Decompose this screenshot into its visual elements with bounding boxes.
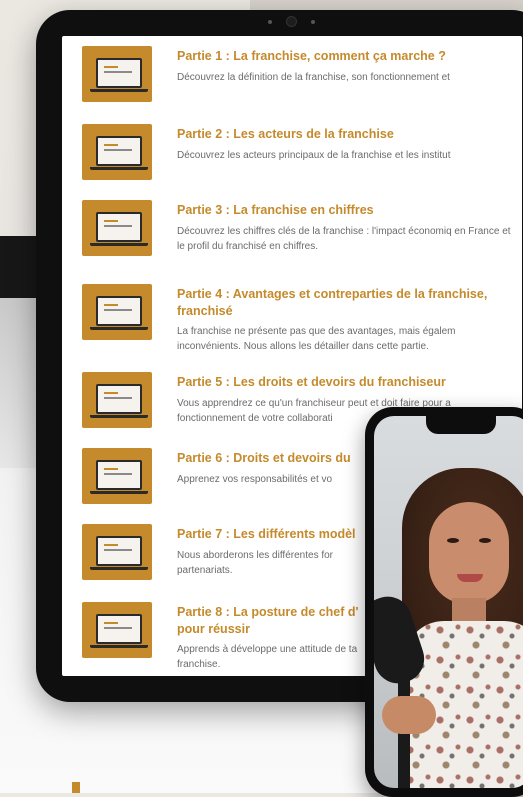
laptop-thumbnail-icon (82, 284, 152, 340)
module-title[interactable]: Partie 2 : Les acteurs de la franchise (177, 126, 522, 143)
presenter-video (374, 416, 523, 788)
tablet-camera-bar (36, 16, 523, 27)
laptop-thumbnail-icon (82, 524, 152, 580)
module-description: La franchise ne présente pas que des ava… (177, 326, 456, 352)
module-title[interactable]: Partie 3 : La franchise en chiffres (177, 202, 522, 219)
accent-bar (72, 782, 80, 793)
laptop-thumbnail-icon (82, 200, 152, 256)
laptop-thumbnail-icon (82, 602, 152, 658)
module-description: Découvrez les chiffres clés de la franch… (177, 226, 511, 252)
phone-device (365, 407, 523, 797)
background-top-strip (250, 0, 523, 10)
sensor-dot (267, 20, 272, 24)
presenter-face (429, 502, 509, 604)
module-title[interactable]: Partie 4 : Avantages et contreparties de… (177, 286, 517, 320)
camera-icon (285, 16, 297, 27)
module-title[interactable]: Partie 8 : La posture de chef d' pour ré… (177, 604, 377, 638)
module-title[interactable]: Partie 1 : La franchise, comment ça marc… (177, 48, 522, 65)
presenter-hand (382, 696, 436, 734)
sensor-dot (310, 20, 315, 24)
module-description: Nous aborderons les différentes for part… (177, 550, 334, 576)
module-title[interactable]: Partie 5 : Les droits et devoirs du fran… (177, 374, 522, 391)
laptop-thumbnail-icon (82, 124, 152, 180)
laptop-thumbnail-icon (82, 448, 152, 504)
laptop-thumbnail-icon (82, 372, 152, 428)
module-description: Apprends à développe une attitude de ta … (177, 644, 358, 670)
laptop-thumbnail-icon (82, 46, 152, 102)
module-description: Découvrez les acteurs principaux de la f… (177, 150, 451, 161)
phone-notch (426, 416, 496, 434)
module-description: Découvrez la définition de la franchise,… (177, 72, 450, 83)
